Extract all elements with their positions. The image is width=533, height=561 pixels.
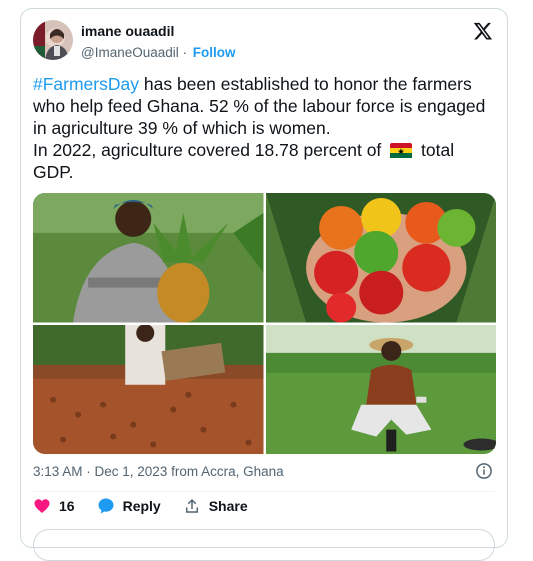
read-replies-button[interactable] [33,529,495,561]
avatar-image [33,20,69,60]
tweet-text: #FarmersDay has been established to hono… [33,73,493,183]
share-button[interactable]: Share [183,497,248,515]
author-handle-line: @ImaneOuaadil · Follow [81,45,236,60]
tweet-text-part-2: In 2022, agriculture covered 18.78 perce… [33,140,382,160]
divider [33,491,495,492]
reply-button[interactable]: Reply [97,497,161,515]
hot-peppers-photo[interactable] [265,193,496,323]
tweet-timestamp[interactable]: 3:13 AM · Dec 1, 2023 from Accra, Ghana [33,464,284,479]
info-icon[interactable] [475,462,493,480]
hashtag-link[interactable]: #FarmersDay [33,74,139,94]
follow-button[interactable]: Follow [193,45,236,60]
like-count: 16 [59,498,75,514]
share-label: Share [208,498,248,514]
woman-with-pineapple-photo[interactable] [33,193,264,323]
cocoa-beans-drying-photo[interactable] [33,324,264,454]
heart-icon [34,499,50,513]
reply-label: Reply [122,498,161,514]
author-handle[interactable]: @ImaneOuaadil [81,45,179,60]
share-icon [185,498,198,513]
speech-bubble-icon [98,498,114,514]
tweet-card: imane ouaadil @ImaneOuaadil · Follow #Fa… [20,8,508,561]
like-button[interactable]: 16 [33,497,75,515]
farmer-working-field-photo[interactable] [265,324,496,454]
x-logo-icon[interactable] [473,21,493,41]
author-name[interactable]: imane ouaadil [81,23,174,39]
avatar[interactable] [33,20,73,60]
separator-dot: · [182,45,191,60]
ghana-flag-icon [390,141,413,158]
media-grid [33,193,496,454]
action-bar: 16 Reply Share [33,497,270,515]
